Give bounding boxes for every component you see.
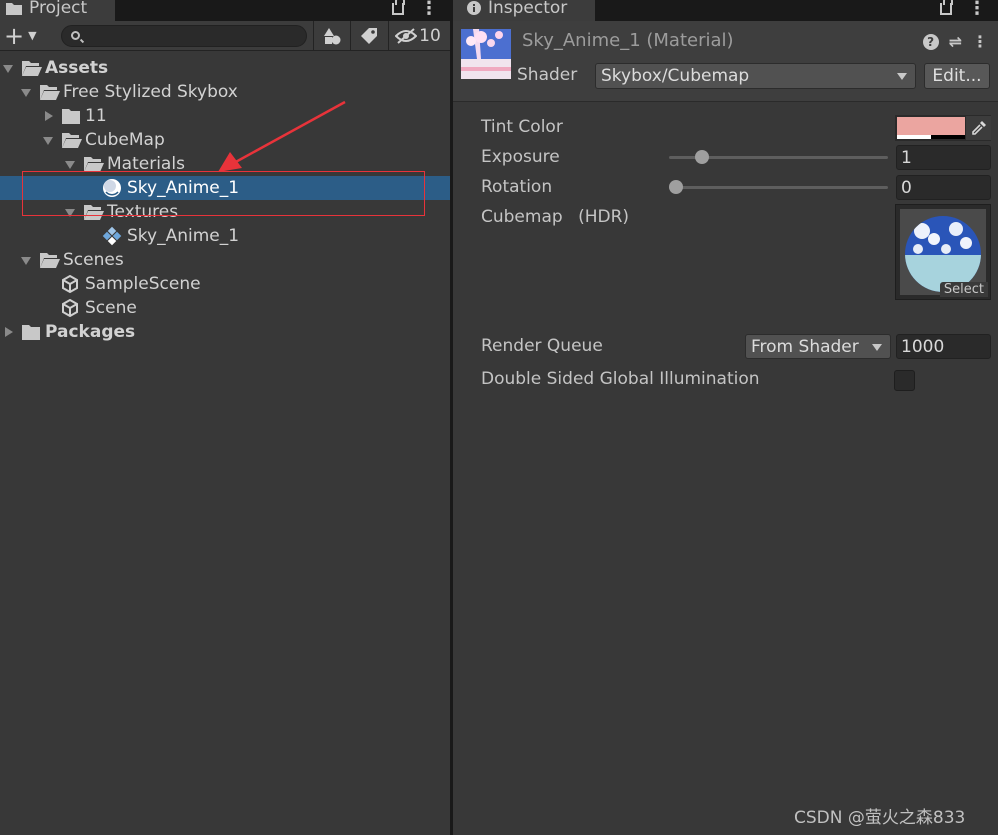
shader-value: Skybox/Cubemap — [601, 66, 750, 86]
cubemap-label-text: Cubemap — [481, 207, 563, 227]
expand-arrow-icon[interactable] — [2, 62, 14, 74]
tree-item-sky-anime-1-texture[interactable]: Sky_Anime_1 — [0, 224, 450, 248]
select-texture-button[interactable]: Select — [939, 282, 988, 297]
watermark: CSDN @萤火之森833 — [794, 808, 966, 828]
folder-open-icon — [62, 133, 82, 148]
folder-icon — [62, 109, 80, 124]
lock-icon[interactable] — [940, 0, 953, 15]
tree-item-label: 11 — [85, 106, 107, 126]
project-toolbar: + ▼ 10 — [0, 21, 450, 51]
render-queue-value-field[interactable]: 1000 — [896, 334, 991, 359]
expand-arrow-icon[interactable] — [20, 86, 32, 98]
header-tools: ? ⇌ ⋮ — [922, 32, 988, 51]
tree-item-label: CubeMap — [85, 130, 165, 150]
expand-arrow-icon[interactable] — [64, 158, 76, 170]
cubemap-texture-slot[interactable]: Select — [895, 204, 991, 300]
material-title: Sky_Anime_1 (Material) — [522, 30, 734, 51]
tree-item-scenes[interactable]: Scenes — [0, 248, 450, 272]
tree-item-label: Scene — [85, 298, 137, 318]
project-tab-bar: Project ⋮ — [0, 0, 450, 21]
tree-item-label: Scenes — [63, 250, 124, 270]
render-queue-mode-dropdown[interactable]: From Shader — [745, 334, 891, 359]
render-queue-mode-value: From Shader — [751, 336, 859, 357]
tree-item-label: Sky_Anime_1 — [127, 226, 240, 246]
tint-alpha-bar — [897, 135, 965, 139]
plus-icon: + — [4, 22, 25, 50]
folder-icon — [6, 3, 22, 15]
hidden-count: 10 — [419, 26, 441, 46]
hidden-packages-toggle[interactable]: 10 — [392, 21, 444, 51]
kebab-menu-icon[interactable]: ⋮ — [968, 0, 986, 17]
dsgi-checkbox[interactable] — [894, 370, 915, 391]
edit-shader-button[interactable]: Edit... — [924, 63, 990, 89]
tree-item-assets[interactable]: Assets — [0, 56, 450, 80]
search-input[interactable] — [61, 25, 307, 47]
shapes-icon — [324, 28, 341, 45]
render-queue-label: Render Queue — [481, 336, 603, 356]
expand-arrow-icon[interactable] — [2, 326, 14, 338]
tint-color-fill — [897, 117, 965, 135]
help-icon[interactable]: ? — [922, 33, 939, 50]
tab-label: Project — [29, 0, 88, 18]
expand-arrow-icon[interactable] — [42, 134, 54, 146]
search-by-type-button[interactable] — [314, 21, 350, 51]
tag-icon — [361, 28, 377, 44]
eyedropper-icon[interactable] — [966, 116, 991, 140]
rotation-label: Rotation — [481, 177, 553, 197]
tree-item-label: Packages — [45, 322, 136, 342]
project-panel: Project ⋮ + ▼ 10 Assets Free Stylized Sk… — [0, 0, 450, 835]
tab-inspector[interactable]: Inspector — [453, 0, 595, 21]
preset-icon[interactable]: ⇌ — [949, 32, 962, 51]
inspector-tab-bar: Inspector ⋮ — [453, 0, 998, 21]
exposure-value-field[interactable]: 1 — [896, 145, 991, 170]
dsgi-label: Double Sided Global Illumination — [481, 369, 760, 389]
material-preview-thumbnail — [461, 29, 511, 79]
rotation-slider-track[interactable] — [669, 186, 888, 189]
tab-project[interactable]: Project — [0, 0, 115, 21]
folder-open-icon — [40, 253, 60, 268]
search-by-label-button[interactable] — [351, 21, 387, 51]
unity-scene-icon — [60, 274, 80, 294]
annotation-arrow — [218, 100, 346, 172]
inspector-tab-tools: ⋮ — [940, 0, 986, 21]
cubemap-hdr-tag: (HDR) — [578, 207, 630, 227]
tree-item-packages[interactable]: Packages — [0, 320, 450, 344]
rotation-slider-handle[interactable] — [669, 180, 683, 194]
cubemap-label: Cubemap (HDR) — [481, 207, 629, 227]
folder-open-icon — [22, 61, 42, 76]
tint-color-field[interactable] — [895, 115, 991, 141]
shader-dropdown[interactable]: Skybox/Cubemap — [595, 63, 916, 89]
info-icon — [467, 0, 481, 15]
tab-label: Inspector — [488, 0, 568, 18]
kebab-menu-icon[interactable]: ⋮ — [420, 0, 438, 17]
toolbar-divider — [388, 21, 389, 51]
rotation-value-field[interactable]: 0 — [896, 175, 991, 200]
unity-scene-icon — [60, 298, 80, 318]
exposure-slider-handle[interactable] — [695, 150, 709, 164]
eye-slash-icon — [395, 28, 418, 44]
chevron-down-icon — [872, 343, 882, 351]
tree-item-label: SampleScene — [85, 274, 201, 294]
chevron-down-icon — [897, 73, 907, 80]
texture-icon — [102, 226, 122, 246]
kebab-menu-icon[interactable]: ⋮ — [972, 32, 988, 51]
exposure-label: Exposure — [481, 147, 560, 167]
tree-item-label: Assets — [45, 58, 109, 78]
shader-label: Shader — [517, 65, 578, 85]
tree-item-samplescene[interactable]: SampleScene — [0, 272, 450, 296]
folder-open-icon — [40, 85, 60, 100]
chevron-down-icon: ▼ — [28, 29, 37, 42]
folder-icon — [22, 325, 40, 340]
create-button[interactable]: + ▼ — [4, 24, 37, 48]
tint-color-label: Tint Color — [481, 117, 563, 137]
lock-icon[interactable] — [392, 0, 405, 15]
material-header: Sky_Anime_1 (Material) ? ⇌ ⋮ Shader Skyb… — [453, 21, 998, 102]
search-icon — [71, 31, 80, 40]
folder-open-icon — [84, 157, 104, 172]
expand-arrow-icon[interactable] — [42, 110, 54, 122]
project-tab-tools: ⋮ — [392, 0, 438, 21]
tree-item-scene[interactable]: Scene — [0, 296, 450, 320]
expand-arrow-icon[interactable] — [20, 254, 32, 266]
inspector-panel: Inspector ⋮ Sky_Anime_1 (Material) ? ⇌ ⋮ — [453, 0, 998, 835]
